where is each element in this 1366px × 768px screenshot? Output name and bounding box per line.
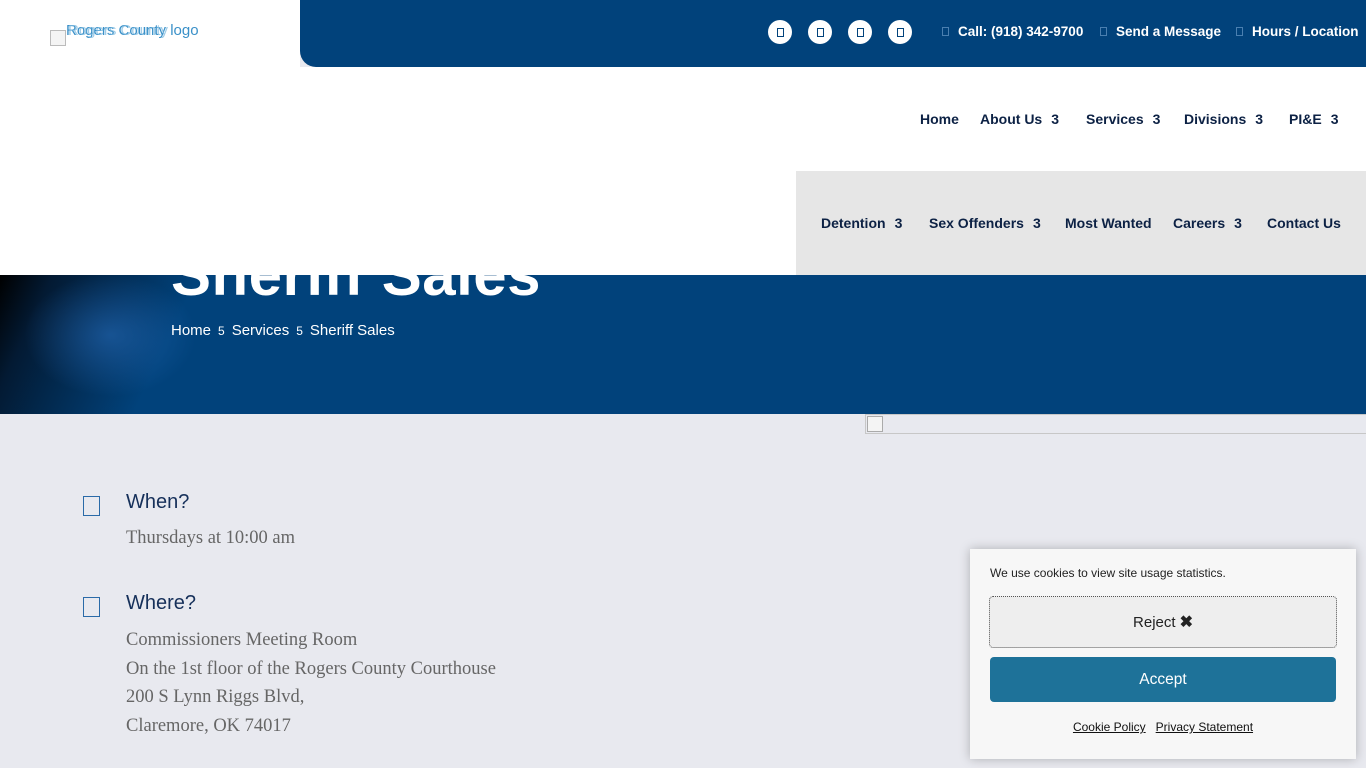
reject-label: Reject [1133, 613, 1176, 631]
nav-item-most-wanted[interactable]: Most Wanted [1065, 215, 1152, 231]
when-title: When? [126, 491, 190, 513]
cookie-message: We use cookies to view site usage statis… [990, 566, 1226, 580]
reject-button[interactable]: Reject ✖ [989, 596, 1337, 648]
nav-item-label: About Us [980, 111, 1043, 127]
instagram-icon[interactable] [848, 20, 872, 44]
when-line: Thursdays at 10:00 am [126, 528, 296, 548]
nav-item-home[interactable]: Home [920, 111, 959, 127]
where-line: On the 1st floor of the Rogers County Co… [126, 658, 496, 679]
page-title: Sheriff Sales [171, 275, 541, 309]
nav-item-label: Detention [821, 215, 886, 231]
hours-location-link[interactable]: Hours / Location [1236, 24, 1359, 39]
nav-item-label: Home [920, 111, 959, 127]
send-message-link[interactable]: Send a Message [1100, 24, 1221, 39]
nav-item-careers[interactable]: Careers 3 [1173, 215, 1242, 231]
close-icon: ✖ [1179, 614, 1193, 631]
nav-item-about-us[interactable]: About Us 3 [980, 111, 1059, 127]
breadcrumb: Home 5 Services 5 Sheriff Sales [171, 322, 395, 339]
privacy-statement-link[interactable]: Privacy Statement [1156, 720, 1253, 734]
cookie-links: Cookie Policy Privacy Statement [970, 720, 1356, 734]
chevron-down-icon: 3 [1152, 111, 1161, 127]
facebook-icon[interactable] [768, 20, 792, 44]
nav-item-pie[interactable]: PI&E 3 [1289, 111, 1338, 127]
nav-item-services[interactable]: Services 3 [1086, 111, 1160, 127]
calendar-icon [83, 496, 100, 516]
chevron-down-icon: 3 [894, 215, 903, 231]
breadcrumb-separator-icon: 5 [218, 323, 225, 338]
when-text: Thursdays at 10:00 am [126, 524, 295, 553]
chevron-down-icon: 3 [1255, 111, 1264, 127]
chevron-down-icon: 3 [1234, 215, 1242, 231]
cookie-banner: We use cookies to view site usage statis… [970, 549, 1356, 759]
send-message-label: Send a Message [1116, 24, 1222, 39]
hours-location-label: Hours / Location [1252, 24, 1359, 39]
logo-alt-text-overlay: Rogers County [68, 22, 169, 39]
nav-item-label: Contact Us [1267, 215, 1341, 231]
site-logo[interactable]: Rogers County logo Rogers County [50, 22, 230, 46]
breadcrumb-separator-icon: 5 [296, 323, 303, 338]
where-line: Claremore, OK 74017 [126, 716, 291, 737]
accept-button[interactable]: Accept [990, 657, 1336, 702]
where-title: Where? [126, 592, 197, 614]
chevron-down-icon: 3 [1330, 111, 1339, 127]
call-label: Call: (918) 342-9700 [958, 24, 1084, 39]
nav-item-detention[interactable]: Detention 3 [821, 215, 902, 231]
breadcrumb-services[interactable]: Services [232, 322, 290, 339]
nav-item-sex-offenders[interactable]: Sex Offenders 3 [929, 215, 1041, 231]
call-link[interactable]: Call: (918) 342-9700 [942, 24, 1083, 39]
breadcrumb-home[interactable]: Home [171, 322, 211, 339]
where-line: Commissioners Meeting Room [126, 630, 358, 650]
hero-title-clip: Sheriff Sales [0, 275, 1366, 315]
nav-item-label: Sex Offenders [929, 215, 1024, 231]
chevron-down-icon: 3 [1051, 111, 1060, 127]
twitter-icon[interactable] [808, 20, 832, 44]
phone-icon [942, 27, 949, 36]
map-marker-icon [1236, 27, 1243, 36]
broken-image-icon [867, 416, 883, 432]
map-marker-icon [83, 597, 100, 617]
nav-item-label: Careers [1173, 215, 1226, 231]
youtube-icon[interactable] [888, 20, 912, 44]
where-text: Commissioners Meeting Room On the 1st fl… [126, 626, 496, 741]
chevron-down-icon: 3 [1032, 215, 1041, 231]
nav-item-divisions[interactable]: Divisions 3 [1184, 111, 1263, 127]
logo-area: Rogers County logo Rogers County [0, 0, 300, 67]
nav-item-label: Services [1086, 111, 1144, 127]
nav-item-label: Most Wanted [1065, 215, 1152, 231]
envelope-icon [1100, 27, 1107, 36]
nav-row2-spacer [0, 171, 796, 275]
where-line: 200 S Lynn Riggs Blvd, [126, 687, 305, 708]
main-nav [0, 67, 1366, 171]
cookie-policy-link[interactable]: Cookie Policy [1073, 720, 1146, 734]
breadcrumb-current: Sheriff Sales [309, 322, 395, 339]
content-image [865, 414, 1366, 434]
nav-item-label: Divisions [1184, 111, 1247, 127]
nav-item-contact-us[interactable]: Contact Us [1267, 215, 1341, 231]
nav-item-label: PI&E [1289, 111, 1322, 127]
broken-image-icon [50, 30, 66, 46]
